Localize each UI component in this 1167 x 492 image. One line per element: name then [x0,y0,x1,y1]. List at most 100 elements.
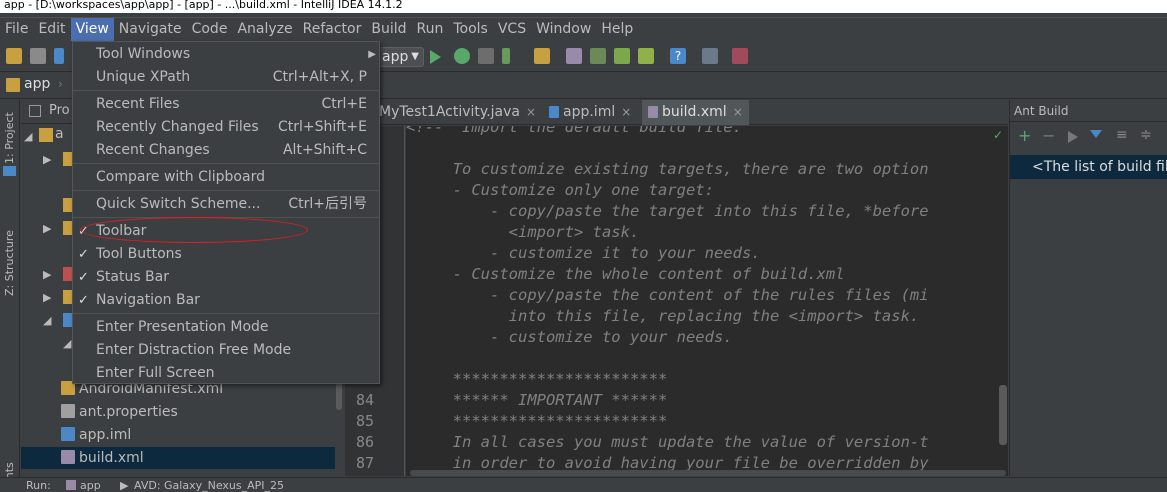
tree-item-app-iml[interactable]: app.iml [61,424,131,446]
menu-item-recent-files[interactable]: Recent Files Ctrl+E [73,93,379,116]
tab-label: build.xml [662,104,727,120]
collapse-arrow-icon[interactable]: ▶ [43,268,51,281]
properties-file-icon [61,404,75,418]
menu-analyze[interactable]: Analyze [232,18,297,41]
menu-item-tool-windows[interactable]: Tool Windows ▶ [73,43,379,66]
menu-item-shortcut: Alt+Shift+C [282,142,367,158]
android-monitor-icon[interactable] [638,48,654,64]
menu-item-recent-changes[interactable]: Recent Changes Alt+Shift+C [73,139,379,162]
menu-bar: File Edit View Navigate Code Analyze Ref… [0,18,1167,41]
tool-window-structure[interactable]: Z: Structure [3,230,16,296]
collapse-arrow-icon[interactable]: ▶ [43,291,51,304]
vcs-icon[interactable] [702,48,718,64]
expand-arrow-icon[interactable]: ◢ [63,337,71,350]
menu-item-compare-clipboard[interactable]: Compare with Clipboard [73,166,379,189]
menu-item-label: Enter Presentation Mode [96,319,269,335]
save-icon[interactable] [30,48,46,64]
avd-label[interactable]: AVD: Galaxy_Nexus_API_25 [134,479,284,492]
debug-icon[interactable] [454,48,470,64]
menu-item-recently-changed-files[interactable]: Recently Changed Files Ctrl+Shift+E [73,116,379,139]
menu-separator [73,90,379,91]
menu-item-tool-buttons[interactable]: ✓ Tool Buttons [73,243,379,266]
coverage-icon[interactable] [478,48,494,64]
menu-item-unique-xpath[interactable]: Unique XPath Ctrl+Alt+X, P [73,66,379,89]
project-structure-icon[interactable] [534,48,550,64]
menu-item-label: Recently Changed Files [96,119,259,135]
tasks-icon[interactable] [732,48,748,64]
tab-app-iml[interactable]: app.iml × [543,100,637,125]
ant-file-icon [648,106,658,118]
menu-window[interactable]: Window [531,18,596,41]
attach-icon[interactable] [502,48,510,64]
menu-item-label: Recent Changes [96,142,210,158]
android-icon[interactable] [614,48,630,64]
menu-item-status-bar[interactable]: ✓ Status Bar [73,266,379,289]
tool-window-project[interactable]: 1: Project [3,112,16,164]
collapse-all-icon[interactable]: ≑ [1140,127,1152,143]
expand-arrow-icon[interactable]: ◢ [24,130,32,143]
menu-item-navigation-bar[interactable]: ✓ Navigation Bar [73,289,379,312]
close-icon[interactable]: × [733,105,743,119]
menu-navigate[interactable]: Navigate [114,18,187,41]
ant-file-icon [61,450,75,464]
sync-icon[interactable] [54,48,64,64]
tree-item-build-xml[interactable]: build.xml [21,447,335,469]
line-number: 86 [355,433,374,451]
menu-view[interactable]: View [70,18,114,41]
code-editor[interactable]: <!-- Import the default build file. To c… [406,126,1008,476]
code-line: In all cases you must update the value o… [406,433,929,451]
help-icon[interactable]: ? [670,48,686,64]
expand-arrow-icon[interactable]: ◢ [43,314,51,327]
menu-item-full-screen[interactable]: Enter Full Screen [73,362,379,385]
add-icon[interactable]: + [1018,128,1031,144]
menu-build[interactable]: Build [366,18,411,41]
check-icon: ✓ [78,247,89,262]
filter-icon[interactable] [1090,130,1102,138]
vertical-scrollbar[interactable] [999,385,1007,445]
code-line: - copy/paste the target into this file, … [406,202,929,220]
menu-item-label: Enter Distraction Free Mode [96,342,292,358]
menu-run[interactable]: Run [412,18,449,41]
menu-item-presentation-mode[interactable]: Enter Presentation Mode [73,316,379,339]
close-icon[interactable]: × [621,105,631,119]
menu-edit[interactable]: Edit [33,18,70,41]
expand-all-icon[interactable]: ≡ [1116,127,1128,143]
menu-refactor[interactable]: Refactor [298,18,367,41]
breadcrumb-app[interactable]: app [24,76,50,92]
menu-file[interactable]: File [0,18,33,41]
collapse-arrow-icon[interactable]: ▶ [43,222,51,235]
menu-separator [73,163,379,164]
open-folder-icon[interactable] [6,48,22,64]
menu-item-label: Tool Buttons [96,246,182,262]
run-app-tab[interactable]: app [80,479,101,492]
menu-item-distraction-free-mode[interactable]: Enter Distraction Free Mode [73,339,379,362]
inspection-ok-icon: ✓ [993,128,1004,142]
menu-vcs[interactable]: VCS [493,18,531,41]
menu-separator [73,313,379,314]
iml-file-icon [61,427,75,441]
tab-mytest1activity[interactable]: MyTest1Activity.java × [373,100,542,125]
menu-item-label: Enter Full Screen [96,365,215,381]
line-number: 84 [355,391,374,409]
menu-item-quick-switch-scheme[interactable]: Quick Switch Scheme... Ctrl+后引号 [73,193,379,216]
left-tool-strip: 1: Project Z: Structure ants [0,100,20,491]
menu-tools[interactable]: Tools [448,18,493,41]
run-target-icon[interactable] [1068,131,1078,143]
menu-item-shortcut: Ctrl+Alt+X, P [272,69,367,85]
collapse-arrow-icon[interactable]: ▶ [43,153,51,166]
project-root-label[interactable]: a [55,126,64,142]
line-number: 85 [355,412,374,430]
menu-code[interactable]: Code [187,18,233,41]
menu-help[interactable]: Help [596,18,638,41]
sdk-manager-icon[interactable] [566,48,582,64]
remove-icon[interactable]: − [1042,128,1055,144]
avd-manager-icon[interactable] [590,48,606,64]
run-icon[interactable] [430,50,441,64]
close-icon[interactable]: × [526,105,536,119]
tab-build-xml[interactable]: build.xml × [642,100,749,125]
annotation-oval [80,217,308,243]
tree-item-ant-properties[interactable]: ant.properties [61,401,178,423]
run-config-select[interactable]: app ▼ [378,47,424,67]
horizontal-scrollbar[interactable] [410,470,1006,476]
project-panel-title[interactable]: Pro [49,103,70,118]
